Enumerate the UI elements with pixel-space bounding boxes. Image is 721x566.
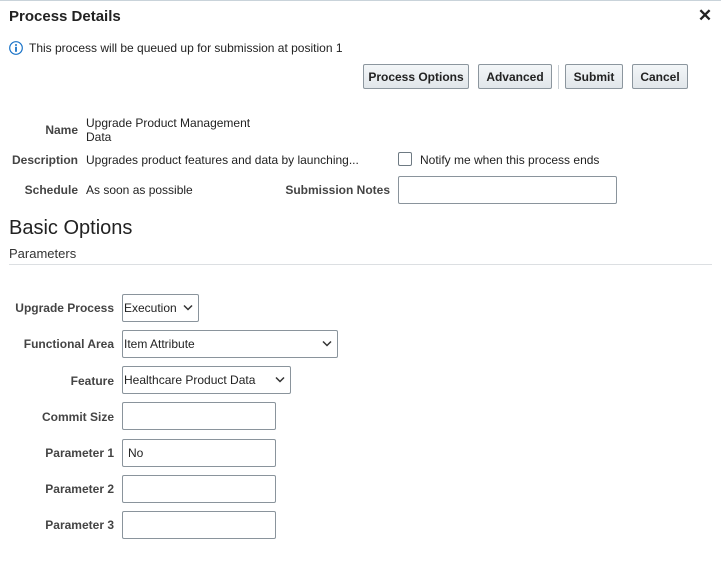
name-value-line2: Data	[86, 130, 112, 144]
info-icon	[9, 41, 23, 55]
functional-area-value: Item Attribute	[124, 337, 195, 351]
feature-label: Feature	[70, 374, 114, 388]
parameter-1-label: Parameter 1	[45, 446, 114, 460]
name-label: Name	[45, 123, 78, 137]
upgrade-process-value: Execution	[124, 301, 177, 315]
advanced-button[interactable]: Advanced	[478, 64, 552, 89]
chevron-down-icon	[183, 304, 193, 311]
feature-value: Healthcare Product Data	[124, 373, 256, 387]
section-divider	[9, 264, 712, 265]
parameter-3-label: Parameter 3	[45, 518, 114, 532]
parameter-1-input[interactable]	[122, 439, 276, 467]
dialog-title: Process Details	[9, 8, 121, 25]
notify-checkbox[interactable]	[398, 152, 412, 166]
process-options-button[interactable]: Process Options	[363, 64, 469, 89]
parameter-2-input[interactable]	[122, 475, 276, 503]
notify-label: Notify me when this process ends	[420, 153, 600, 167]
info-message-row: This process will be queued up for submi…	[9, 41, 343, 55]
name-value-line1: Upgrade Product Management	[86, 116, 251, 130]
submission-notes-input[interactable]	[398, 176, 617, 204]
upgrade-process-select[interactable]: Execution	[122, 294, 199, 322]
basic-options-title: Basic Options	[9, 217, 133, 239]
parameters-subtitle: Parameters	[9, 246, 77, 261]
commit-size-label: Commit Size	[41, 410, 114, 424]
feature-select[interactable]: Healthcare Product Data	[122, 366, 291, 394]
functional-area-select[interactable]: Item Attribute	[122, 330, 338, 358]
submit-button[interactable]: Submit	[565, 64, 623, 89]
schedule-value: As soon as possible	[86, 183, 193, 197]
chevron-down-icon	[275, 376, 285, 383]
chevron-down-icon	[322, 340, 332, 347]
submission-notes-label: Submission Notes	[285, 183, 390, 197]
schedule-label: Schedule	[24, 183, 78, 197]
upgrade-process-label: Upgrade Process	[15, 301, 114, 315]
parameter-2-label: Parameter 2	[45, 482, 114, 496]
cancel-button[interactable]: Cancel	[632, 64, 688, 89]
info-message: This process will be queued up for submi…	[29, 41, 343, 55]
description-label: Description	[11, 153, 78, 167]
close-icon[interactable]: ✕	[697, 7, 713, 25]
parameter-3-input[interactable]	[122, 511, 276, 539]
commit-size-input[interactable]	[122, 402, 276, 430]
functional-area-label: Functional Area	[23, 337, 114, 351]
description-value: Upgrades product features and data by la…	[86, 153, 359, 167]
button-separator	[558, 65, 559, 89]
